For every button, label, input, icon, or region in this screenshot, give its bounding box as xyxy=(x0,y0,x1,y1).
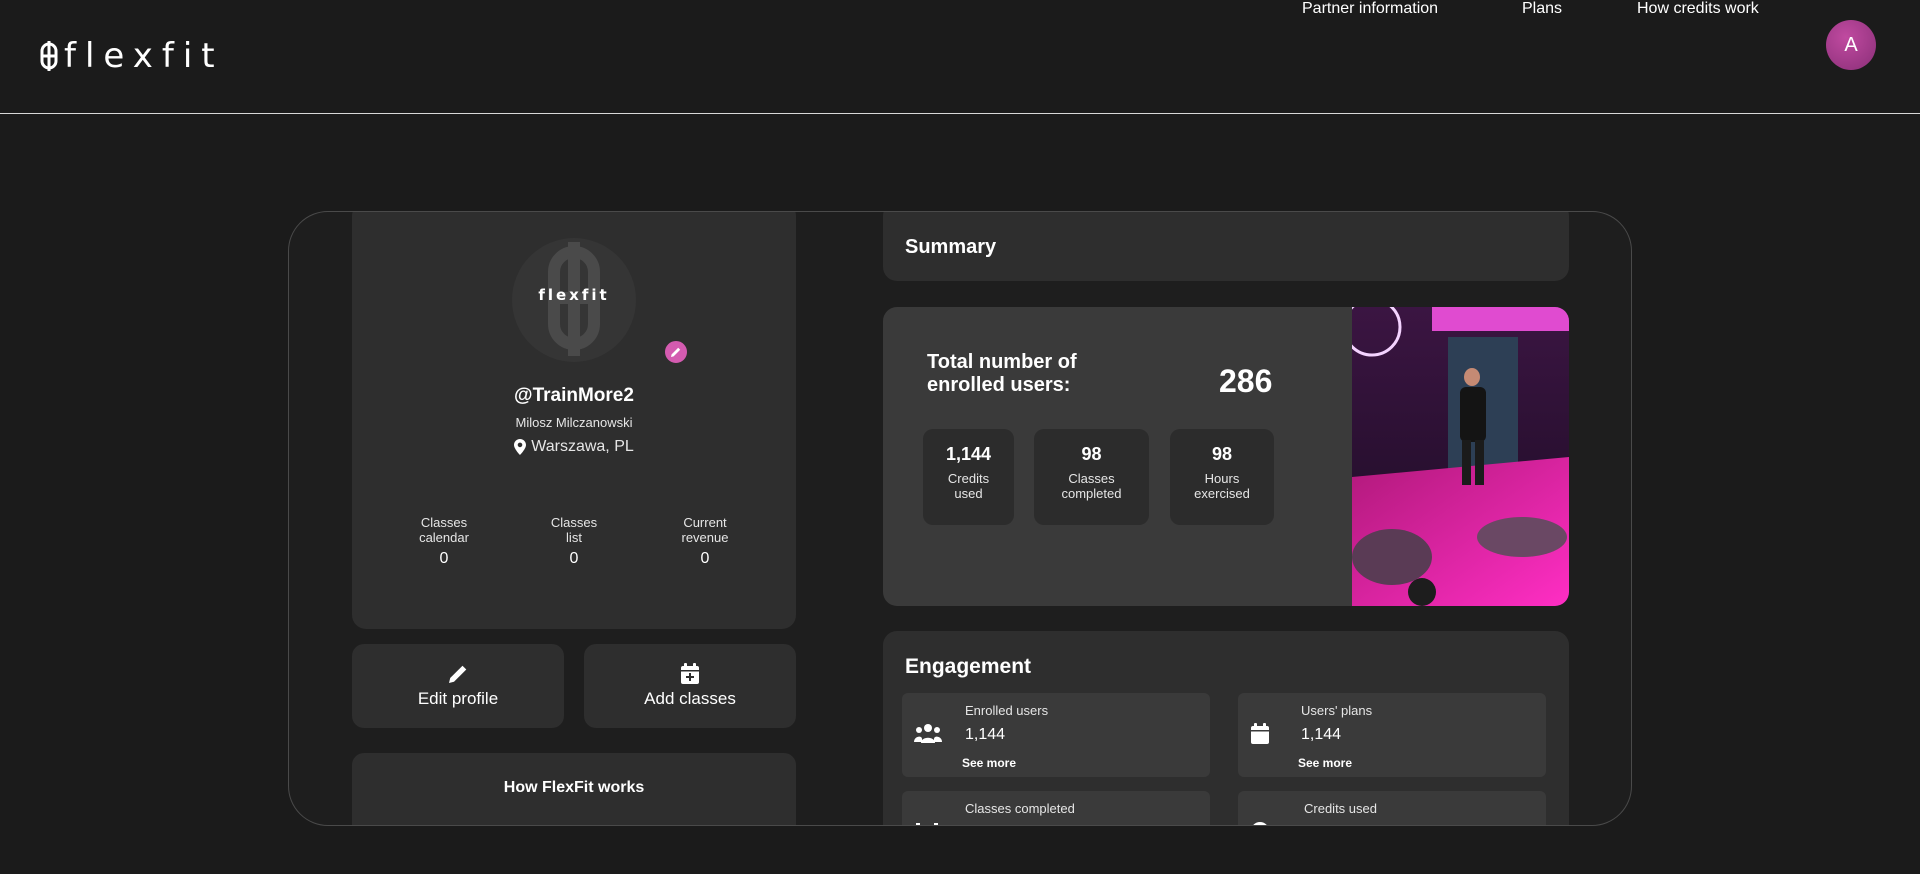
engagement-label: Users' plans xyxy=(1301,703,1373,718)
nav-how-credits-work[interactable]: How credits work xyxy=(1637,0,1759,18)
dashboard-panel: flexfit @TrainMore2 Milosz Milczanowski … xyxy=(288,211,1632,826)
add-classes-label: Add classes xyxy=(644,689,736,708)
mini-stat-line1: Hours xyxy=(1204,471,1240,486)
mini-stat-value: 98 xyxy=(1081,444,1102,464)
summary-card: Total number of enrolled users: 286 1,14… xyxy=(883,307,1569,606)
stat-classes-list[interactable]: Classes list 0 xyxy=(519,515,629,567)
mini-stat-line2: used xyxy=(954,486,983,501)
nav-partner-information[interactable]: Partner information xyxy=(1302,0,1438,18)
calendar-icon xyxy=(1251,723,1269,744)
location-pin-icon xyxy=(514,439,527,455)
stat-label-line1: Classes xyxy=(550,515,598,530)
profile-picture: flexfit xyxy=(512,238,636,362)
user-avatar[interactable]: A xyxy=(1826,20,1876,70)
engagement-card: Engagement Enrolled users 1,144 See more xyxy=(883,631,1569,825)
total-enrolled-value: 286 xyxy=(1219,363,1273,399)
profile-handle: @TrainMore2 xyxy=(514,385,634,406)
classes-completed-stat: 98 Classes completed xyxy=(1034,429,1149,525)
profile-picture-text: flexfit xyxy=(538,286,610,304)
nav-plans[interactable]: Plans xyxy=(1522,0,1562,18)
mini-stat-line2: completed xyxy=(1061,486,1122,501)
how-flexfit-works-card[interactable]: How FlexFit works xyxy=(352,753,796,825)
pencil-icon xyxy=(671,347,681,357)
profile-location: Warszawa, PL xyxy=(352,438,796,456)
engagement-label: Classes completed xyxy=(965,801,1075,816)
stat-value: 0 xyxy=(569,550,579,567)
edit-picture-button[interactable] xyxy=(663,339,689,365)
engagement-enrolled-users[interactable]: Enrolled users 1,144 See more xyxy=(902,693,1210,777)
stat-classes-calendar[interactable]: Classes calendar 0 xyxy=(389,515,499,567)
mini-stat-line2: exercised xyxy=(1194,486,1250,501)
engagement-users-plans[interactable]: Users' plans 1,144 See more xyxy=(1238,693,1546,777)
stat-label-line2: revenue xyxy=(681,530,729,545)
see-more-link[interactable]: See more xyxy=(962,756,1016,770)
stat-label-line1: Classes xyxy=(420,515,468,530)
mini-stat-value: 98 xyxy=(1211,444,1233,464)
engagement-title: Engagement xyxy=(905,655,1032,678)
summary-title: Summary xyxy=(905,236,997,258)
mini-stat-value: 1,144 xyxy=(945,444,992,464)
edit-profile-button[interactable]: Edit profile xyxy=(352,644,564,728)
gym-photo xyxy=(1352,307,1569,606)
add-classes-button[interactable]: Add classes xyxy=(584,644,796,728)
engagement-label: Enrolled users xyxy=(965,703,1049,718)
edit-profile-label: Edit profile xyxy=(417,689,499,708)
profile-card: flexfit @TrainMore2 Milosz Milczanowski … xyxy=(352,212,796,629)
calendar-plus-icon xyxy=(681,663,699,684)
mini-stat-line1: Credits xyxy=(947,471,990,486)
stat-label-line2: list xyxy=(566,530,582,545)
hours-exercised-stat: 98 Hours exercised xyxy=(1170,429,1274,525)
stat-label-line1: Current xyxy=(683,515,727,530)
engagement-credits-used[interactable]: Credits used xyxy=(1238,791,1546,825)
avatar-initial: A xyxy=(1844,33,1858,56)
logo-text: flexfit xyxy=(64,36,224,76)
top-header: flexfit Partner information Plans How cr… xyxy=(0,0,1920,114)
coin-icon xyxy=(1253,822,1267,825)
mini-stat-line1: Classes xyxy=(1068,471,1115,486)
summary-header: Summary xyxy=(883,212,1569,281)
flexfit-logo-icon xyxy=(40,41,58,71)
stat-current-revenue[interactable]: Current revenue 0 xyxy=(650,515,760,567)
engagement-value: 1,144 xyxy=(965,726,1006,743)
how-flexfit-works-title: How FlexFit works xyxy=(503,779,645,796)
flexfit-logo[interactable]: flexfit xyxy=(40,36,224,76)
total-label-line1: Total number of xyxy=(927,351,1077,373)
stat-label-line2: calendar xyxy=(419,530,469,545)
stat-value: 0 xyxy=(439,550,449,567)
total-enrolled-label: Total number of enrolled users: xyxy=(927,351,1127,397)
engagement-label: Credits used xyxy=(1304,801,1377,816)
total-label-line2: enrolled users: xyxy=(927,374,1071,396)
users-icon xyxy=(914,724,942,743)
engagement-value: 1,144 xyxy=(1301,726,1342,743)
pencil-icon xyxy=(449,665,467,683)
see-more-link[interactable]: See more xyxy=(1298,756,1352,770)
profile-name: Milosz Milczanowski xyxy=(515,415,633,430)
credits-used-stat: 1,144 Credits used xyxy=(923,429,1014,525)
stat-value: 0 xyxy=(700,550,710,567)
location-text: Warszawa, PL xyxy=(531,438,634,455)
dumbbell-icon xyxy=(916,823,938,825)
engagement-classes-completed[interactable]: Classes completed xyxy=(902,791,1210,825)
